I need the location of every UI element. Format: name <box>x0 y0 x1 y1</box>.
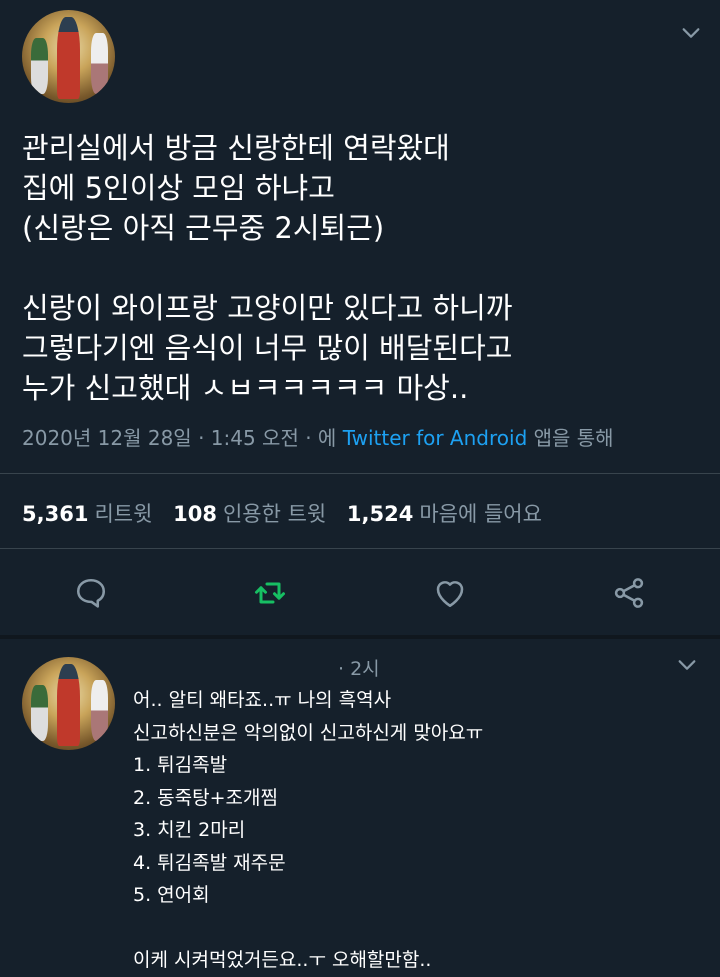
tweet-text: 관리실에서 방금 신랑한테 연락왔대 집에 5인이상 모임 하냐고 (신랑은 아… <box>22 131 513 405</box>
retweets-count: 5,361 <box>22 502 89 526</box>
avatar[interactable] <box>22 657 115 750</box>
section-separator <box>0 635 720 639</box>
divider <box>0 473 720 474</box>
retweet-icon[interactable] <box>252 575 288 611</box>
quotes-stat[interactable]: 108 인용한 트윗 <box>173 502 326 526</box>
reply-text: 어.. 알티 왜타죠..ㅠ 나의 흑역사 신고하신분은 악의없이 신고하신게 맞… <box>133 689 484 971</box>
likes-count: 1,524 <box>346 502 414 526</box>
comment-icon[interactable] <box>73 575 109 611</box>
tweet-stats: 5,361 리트윗 108 인용한 트윗 1,524 마음에 들어요 <box>22 498 556 528</box>
tweet-meta: 2020년 12월 28일 · 1:45 오전 · 에 Twitter for … <box>22 422 614 451</box>
share-icon[interactable] <box>611 575 647 611</box>
tweet-source-link[interactable]: Twitter for Android <box>343 426 528 450</box>
chevron-down-icon[interactable] <box>680 22 702 44</box>
reply-timestamp[interactable]: · 2시 <box>338 654 380 681</box>
avatar[interactable] <box>22 10 115 103</box>
tweet-actions <box>0 575 720 611</box>
retweets-stat[interactable]: 5,361 리트윗 <box>22 502 152 526</box>
avatar-figure <box>57 664 80 747</box>
likes-stat[interactable]: 1,524 마음에 들어요 <box>347 502 542 526</box>
avatar-figure <box>90 680 108 741</box>
tweet-source-suffix: 앱을 통해 <box>527 426 614 450</box>
avatar-figure <box>90 33 108 94</box>
retweets-label: 리트윗 <box>94 502 153 526</box>
avatar-figure <box>31 684 49 741</box>
divider <box>0 548 720 549</box>
quotes-count: 108 <box>173 502 217 526</box>
heart-icon[interactable] <box>432 575 468 611</box>
chevron-down-icon[interactable] <box>676 654 698 676</box>
quotes-label: 인용한 트윗 <box>222 502 327 526</box>
tweet-timestamp[interactable]: 2020년 12월 28일 · 1:45 오전 · 에 <box>22 426 343 450</box>
likes-label: 마음에 들어요 <box>419 502 542 526</box>
avatar-figure <box>31 37 49 94</box>
avatar-figure <box>57 17 80 100</box>
